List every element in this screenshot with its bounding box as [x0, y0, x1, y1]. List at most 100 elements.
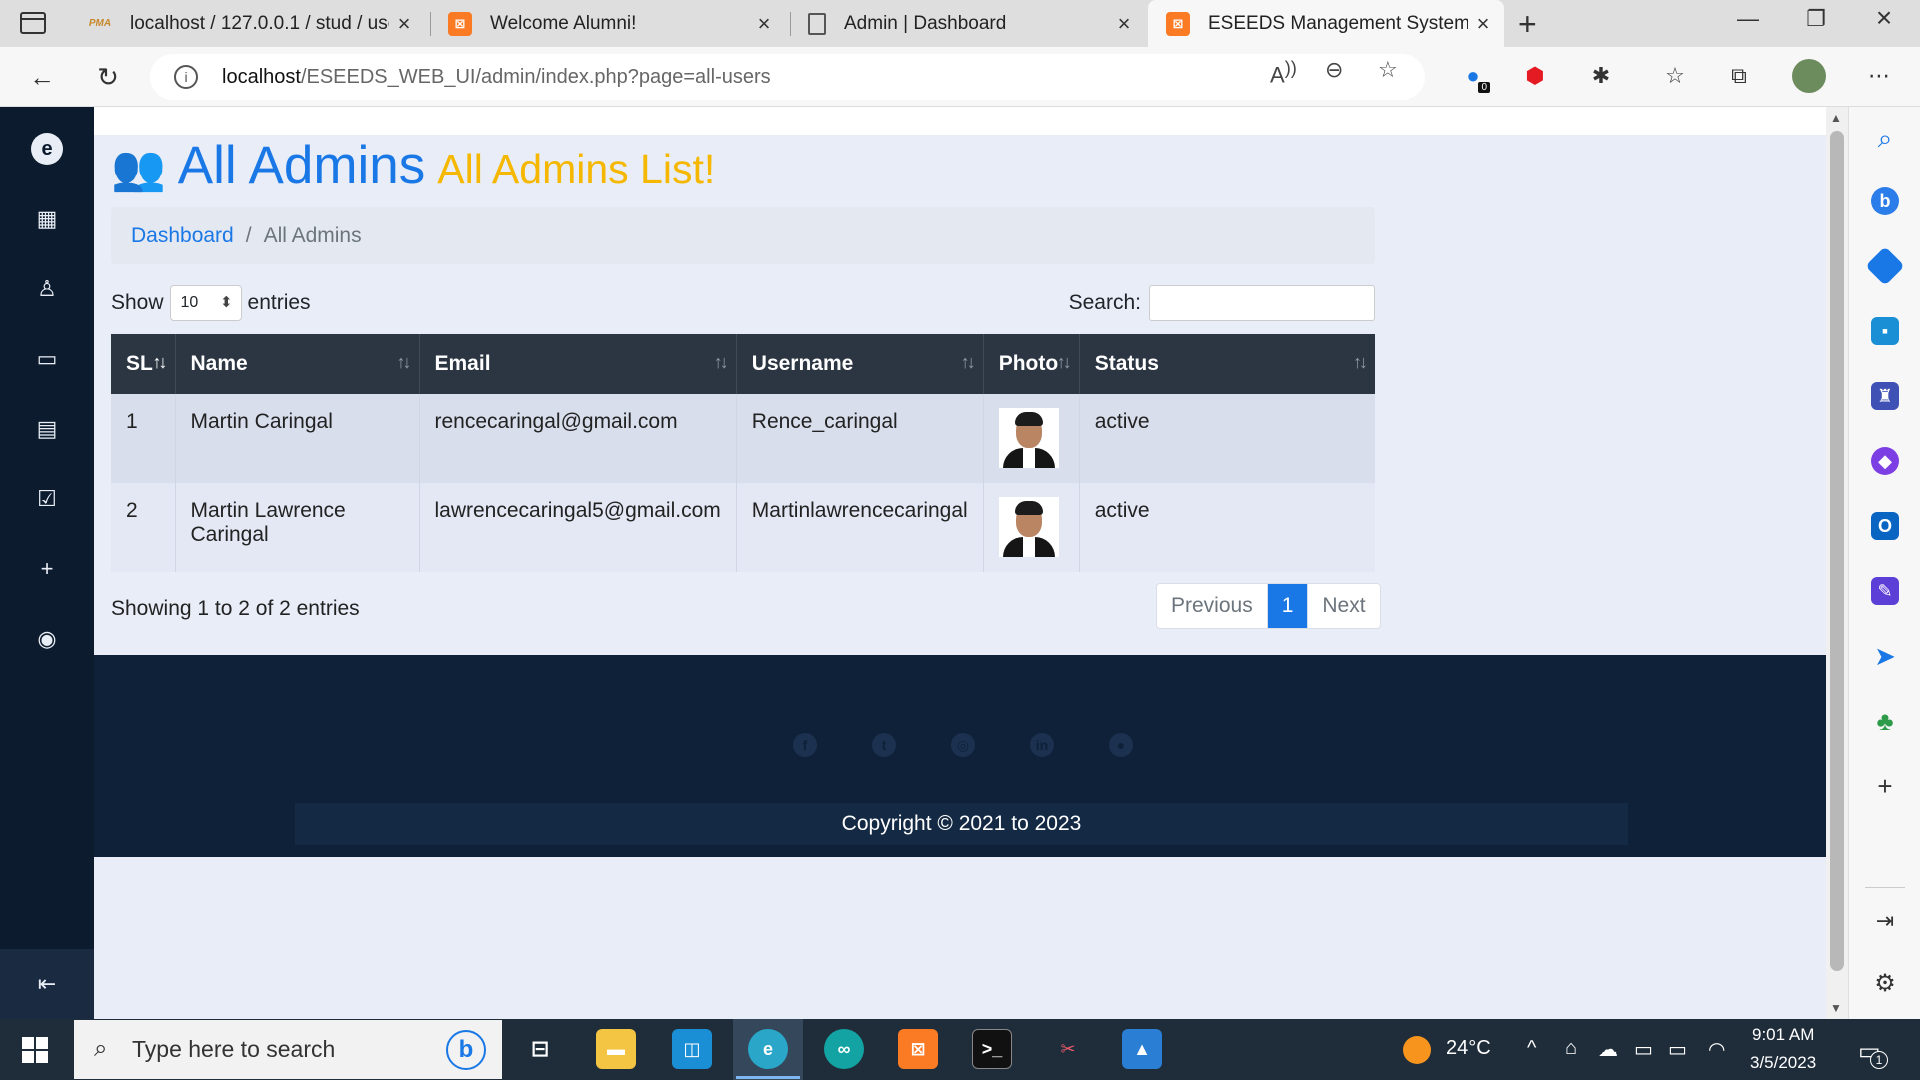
- table-info: Showing 1 to 2 of 2 entries: [111, 597, 360, 620]
- xampp-icon: ⊠: [448, 11, 472, 36]
- extension-ghostery-icon[interactable]: ● 0: [1458, 61, 1490, 93]
- minimize-button[interactable]: —: [1728, 6, 1768, 32]
- sidebar-item-dashboard[interactable]: ▦: [0, 199, 94, 239]
- add-favorite-icon[interactable]: ☆: [1378, 57, 1398, 83]
- sidebar-item-monitor[interactable]: ▭: [0, 339, 94, 379]
- sidebar-item-reports[interactable]: ▤: [0, 409, 94, 449]
- column-header-status[interactable]: Status ↑↓: [1079, 334, 1375, 394]
- tab-eseeds[interactable]: ⊠ ESEEDS Management System ×: [1148, 0, 1504, 47]
- sidebar-item-calendar[interactable]: ☑: [0, 479, 94, 519]
- facebook-icon[interactable]: f: [793, 733, 817, 757]
- photos-icon[interactable]: ▲: [1122, 1029, 1162, 1069]
- windows-start-button[interactable]: [22, 1037, 48, 1063]
- task-view-icon[interactable]: ⊟: [520, 1029, 560, 1069]
- close-window-button[interactable]: ×: [1864, 2, 1904, 34]
- snipping-tool-icon[interactable]: ✂: [1048, 1029, 1088, 1069]
- restore-button[interactable]: ❐: [1796, 6, 1836, 32]
- settings-icon[interactable]: ⚙: [1871, 969, 1899, 997]
- taskbar-search[interactable]: ⌕ Type here to search b: [74, 1020, 502, 1079]
- breadcrumb: Dashboard / All Admins: [111, 207, 1375, 264]
- sidebar-item-profile[interactable]: ◉: [0, 619, 94, 659]
- tab-admin-dashboard[interactable]: Admin | Dashboard ×: [790, 0, 1145, 47]
- page-title: All Admins: [177, 136, 426, 195]
- linkedin-icon[interactable]: in: [1030, 733, 1054, 757]
- scroll-up-icon[interactable]: ▲: [1830, 111, 1842, 125]
- xampp-icon[interactable]: ⊠: [898, 1029, 938, 1069]
- column-header-photo[interactable]: Photo ↑↓: [983, 334, 1080, 394]
- twitter-icon[interactable]: t: [872, 733, 896, 757]
- github-icon[interactable]: ●: [1109, 733, 1133, 757]
- tree-icon[interactable]: ♣: [1871, 706, 1899, 736]
- grid-icon: ▦: [36, 206, 58, 231]
- chevron-up-icon[interactable]: ^: [1527, 1037, 1536, 1060]
- pagination-page-button[interactable]: 1: [1267, 584, 1309, 628]
- profile-avatar[interactable]: [1792, 59, 1826, 93]
- scrollbar-thumb[interactable]: [1830, 131, 1844, 971]
- edge-icon[interactable]: e: [736, 1029, 800, 1079]
- hide-sidebar-icon[interactable]: ⇥: [1871, 907, 1899, 935]
- refresh-button[interactable]: ↻: [90, 59, 126, 95]
- close-icon[interactable]: ×: [749, 11, 779, 37]
- zoom-out-icon[interactable]: ⊖: [1325, 57, 1343, 83]
- favorites-icon[interactable]: ☆: [1660, 61, 1690, 91]
- arduino-icon[interactable]: ∞: [824, 1029, 864, 1069]
- tab-welcome-alumni[interactable]: ⊠ Welcome Alumni! ×: [430, 0, 785, 47]
- pagination: Previous 1 Next: [1156, 583, 1381, 629]
- column-header-sl[interactable]: SL ↑↓: [111, 334, 176, 394]
- meet-icon[interactable]: ⌂: [1565, 1037, 1577, 1060]
- outlook-icon[interactable]: O: [1871, 512, 1899, 540]
- phpmyadmin-icon: PMA: [88, 18, 112, 29]
- shopping-tag-icon[interactable]: [1865, 246, 1905, 286]
- extensions-icon[interactable]: ✱: [1586, 61, 1616, 91]
- clock-date[interactable]: 3/5/2023: [1750, 1053, 1816, 1073]
- instagram-icon[interactable]: ◎: [951, 733, 975, 757]
- breadcrumb-dashboard-link[interactable]: Dashboard: [131, 224, 234, 248]
- sidebar-item-users[interactable]: ♙: [0, 269, 94, 309]
- pagination-previous-button[interactable]: Previous: [1157, 584, 1268, 628]
- address-bar[interactable]: i localhost/ESEEDS_WEB_UI/admin/index.ph…: [150, 54, 1425, 100]
- wifi-icon[interactable]: ◠: [1708, 1037, 1725, 1062]
- column-header-username[interactable]: Username ↑↓: [736, 334, 984, 394]
- file-explorer-icon[interactable]: ▬: [596, 1029, 636, 1069]
- pagination-next-button[interactable]: Next: [1308, 584, 1379, 628]
- info-icon[interactable]: i: [174, 65, 198, 89]
- tab-phpmyadmin[interactable]: PMA localhost / 127.0.0.1 / stud / user …: [70, 0, 425, 47]
- sidebar-item-logout[interactable]: ⇤: [0, 949, 94, 1019]
- office-icon[interactable]: ◆: [1871, 447, 1899, 475]
- search-icon[interactable]: ⌕: [1871, 123, 1899, 153]
- scroll-down-icon[interactable]: ▼: [1830, 1001, 1842, 1015]
- designer-icon[interactable]: ✎: [1871, 577, 1899, 605]
- extension-adblock-icon[interactable]: ⬢: [1520, 61, 1550, 91]
- app-icon[interactable]: ◫: [672, 1029, 712, 1069]
- games-icon[interactable]: ♜: [1871, 382, 1899, 410]
- terminal-icon[interactable]: >_: [972, 1029, 1012, 1069]
- back-button[interactable]: ←: [24, 59, 60, 95]
- close-icon[interactable]: ×: [1468, 11, 1498, 37]
- display-icon[interactable]: ▭: [1634, 1037, 1653, 1062]
- column-header-email[interactable]: Email ↑↓: [419, 334, 737, 394]
- new-tab-button[interactable]: +: [1518, 6, 1537, 43]
- clock-time[interactable]: 9:01 AM: [1752, 1025, 1814, 1045]
- sidebar-item-add[interactable]: +: [0, 549, 94, 589]
- bing-icon[interactable]: b: [1871, 187, 1899, 215]
- bing-icon[interactable]: b: [446, 1030, 486, 1070]
- tab-actions-icon[interactable]: [20, 12, 46, 34]
- battery-icon[interactable]: ▭: [1668, 1037, 1687, 1062]
- table-controls: Show 10 entries Search:: [111, 277, 1375, 322]
- add-sidebar-app-icon[interactable]: +: [1871, 771, 1899, 801]
- send-icon[interactable]: ➤: [1871, 641, 1899, 671]
- page-length-select[interactable]: 10: [169, 285, 242, 321]
- tools-icon[interactable]: ▪: [1871, 317, 1899, 345]
- app-logo[interactable]: e: [0, 129, 94, 169]
- close-icon[interactable]: ×: [389, 11, 419, 37]
- collections-icon[interactable]: ⧉: [1724, 61, 1754, 91]
- column-header-name[interactable]: Name ↑↓: [175, 334, 420, 394]
- page-scrollbar[interactable]: ▲ ▼: [1826, 107, 1848, 1019]
- onedrive-icon[interactable]: ☁: [1598, 1037, 1618, 1062]
- notifications-icon[interactable]: ▭ 1: [1858, 1037, 1888, 1069]
- close-icon[interactable]: ×: [1109, 11, 1139, 37]
- weather-icon[interactable]: [1403, 1036, 1431, 1064]
- read-aloud-icon[interactable]: A)): [1270, 57, 1297, 88]
- more-menu-icon[interactable]: ⋯: [1864, 61, 1894, 91]
- search-input[interactable]: [1149, 285, 1375, 321]
